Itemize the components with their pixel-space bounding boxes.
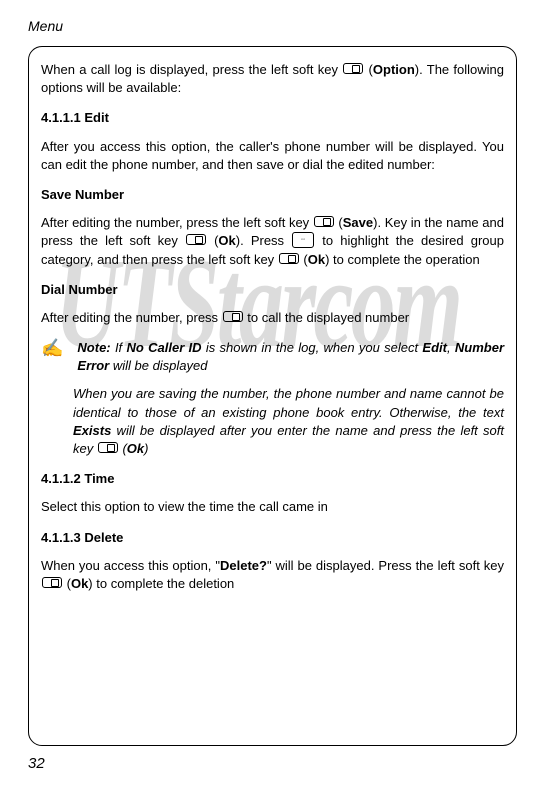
text: ( <box>119 441 127 456</box>
heading-save-number: Save Number <box>41 186 504 204</box>
content-box: UTStarcom When a call log is displayed, … <box>28 46 517 746</box>
ok-bold: Ok <box>71 576 88 591</box>
ok-bold: Ok <box>218 233 235 248</box>
header-menu: Menu <box>28 18 517 34</box>
softkey-icon <box>279 253 299 264</box>
note-continuation: When you are saving the number, the phon… <box>73 385 504 458</box>
text: , <box>447 340 455 355</box>
intro-paragraph: When a call log is displayed, press the … <box>41 61 504 97</box>
heading-delete: 4.1.1.3 Delete <box>41 529 504 547</box>
text: When a call log is displayed, press the … <box>41 62 342 77</box>
text: ( <box>300 252 308 267</box>
ok-bold: Ok <box>308 252 325 267</box>
text: to call the displayed number <box>244 310 409 325</box>
text: ) <box>144 441 148 456</box>
no-caller-bold: No Caller ID <box>126 340 201 355</box>
text: ( <box>335 215 343 230</box>
option-bold: Option <box>373 62 415 77</box>
text: When you access this option, " <box>41 558 220 573</box>
dial-number-paragraph: After editing the number, press to call … <box>41 309 504 327</box>
heading-dial-number: Dial Number <box>41 281 504 299</box>
time-paragraph: Select this option to view the time the … <box>41 498 504 516</box>
text: ( <box>364 62 373 77</box>
text: If <box>111 340 127 355</box>
text: After editing the number, press <box>41 310 222 325</box>
nav-icon: ◦◦ <box>292 232 314 248</box>
delete-paragraph: When you access this option, "Delete?" w… <box>41 557 504 593</box>
text: ( <box>63 576 71 591</box>
text: ) to complete the deletion <box>88 576 234 591</box>
text: When you are saving the number, the phon… <box>73 386 504 419</box>
note-label: Note: <box>77 340 110 355</box>
text: ). Press <box>236 233 291 248</box>
softkey-icon <box>42 577 62 588</box>
edit-paragraph: After you access this option, the caller… <box>41 138 504 174</box>
text: ( <box>207 233 218 248</box>
heading-edit: 4.1.1.1 Edit <box>41 109 504 127</box>
text: is shown in the log, when you select <box>202 340 423 355</box>
delete-bold: Delete? <box>220 558 267 573</box>
text: will be displayed <box>109 358 207 373</box>
softkey-icon <box>343 63 363 74</box>
note-hand-icon: ✍ <box>41 339 63 375</box>
softkey-icon <box>98 442 118 453</box>
page-number: 32 <box>28 755 45 772</box>
note-row: ✍ Note: If No Caller ID is shown in the … <box>41 339 504 375</box>
page: Menu UTStarcom When a call log is displa… <box>0 0 545 790</box>
save-bold: Save <box>343 215 373 230</box>
exists-bold: Exists <box>73 423 111 438</box>
text: " will be displayed. Press the left soft… <box>267 558 504 573</box>
save-number-paragraph: After editing the number, press the left… <box>41 214 504 269</box>
ok-bold: Ok <box>127 441 144 456</box>
heading-time: 4.1.1.2 Time <box>41 470 504 488</box>
edit-bold: Edit <box>422 340 447 355</box>
softkey-icon <box>314 216 334 227</box>
text: After editing the number, press the left… <box>41 215 313 230</box>
softkey-icon <box>223 311 243 322</box>
text: ) to complete the operation <box>325 252 480 267</box>
softkey-icon <box>186 234 206 245</box>
note-text: Note: If No Caller ID is shown in the lo… <box>77 339 504 375</box>
